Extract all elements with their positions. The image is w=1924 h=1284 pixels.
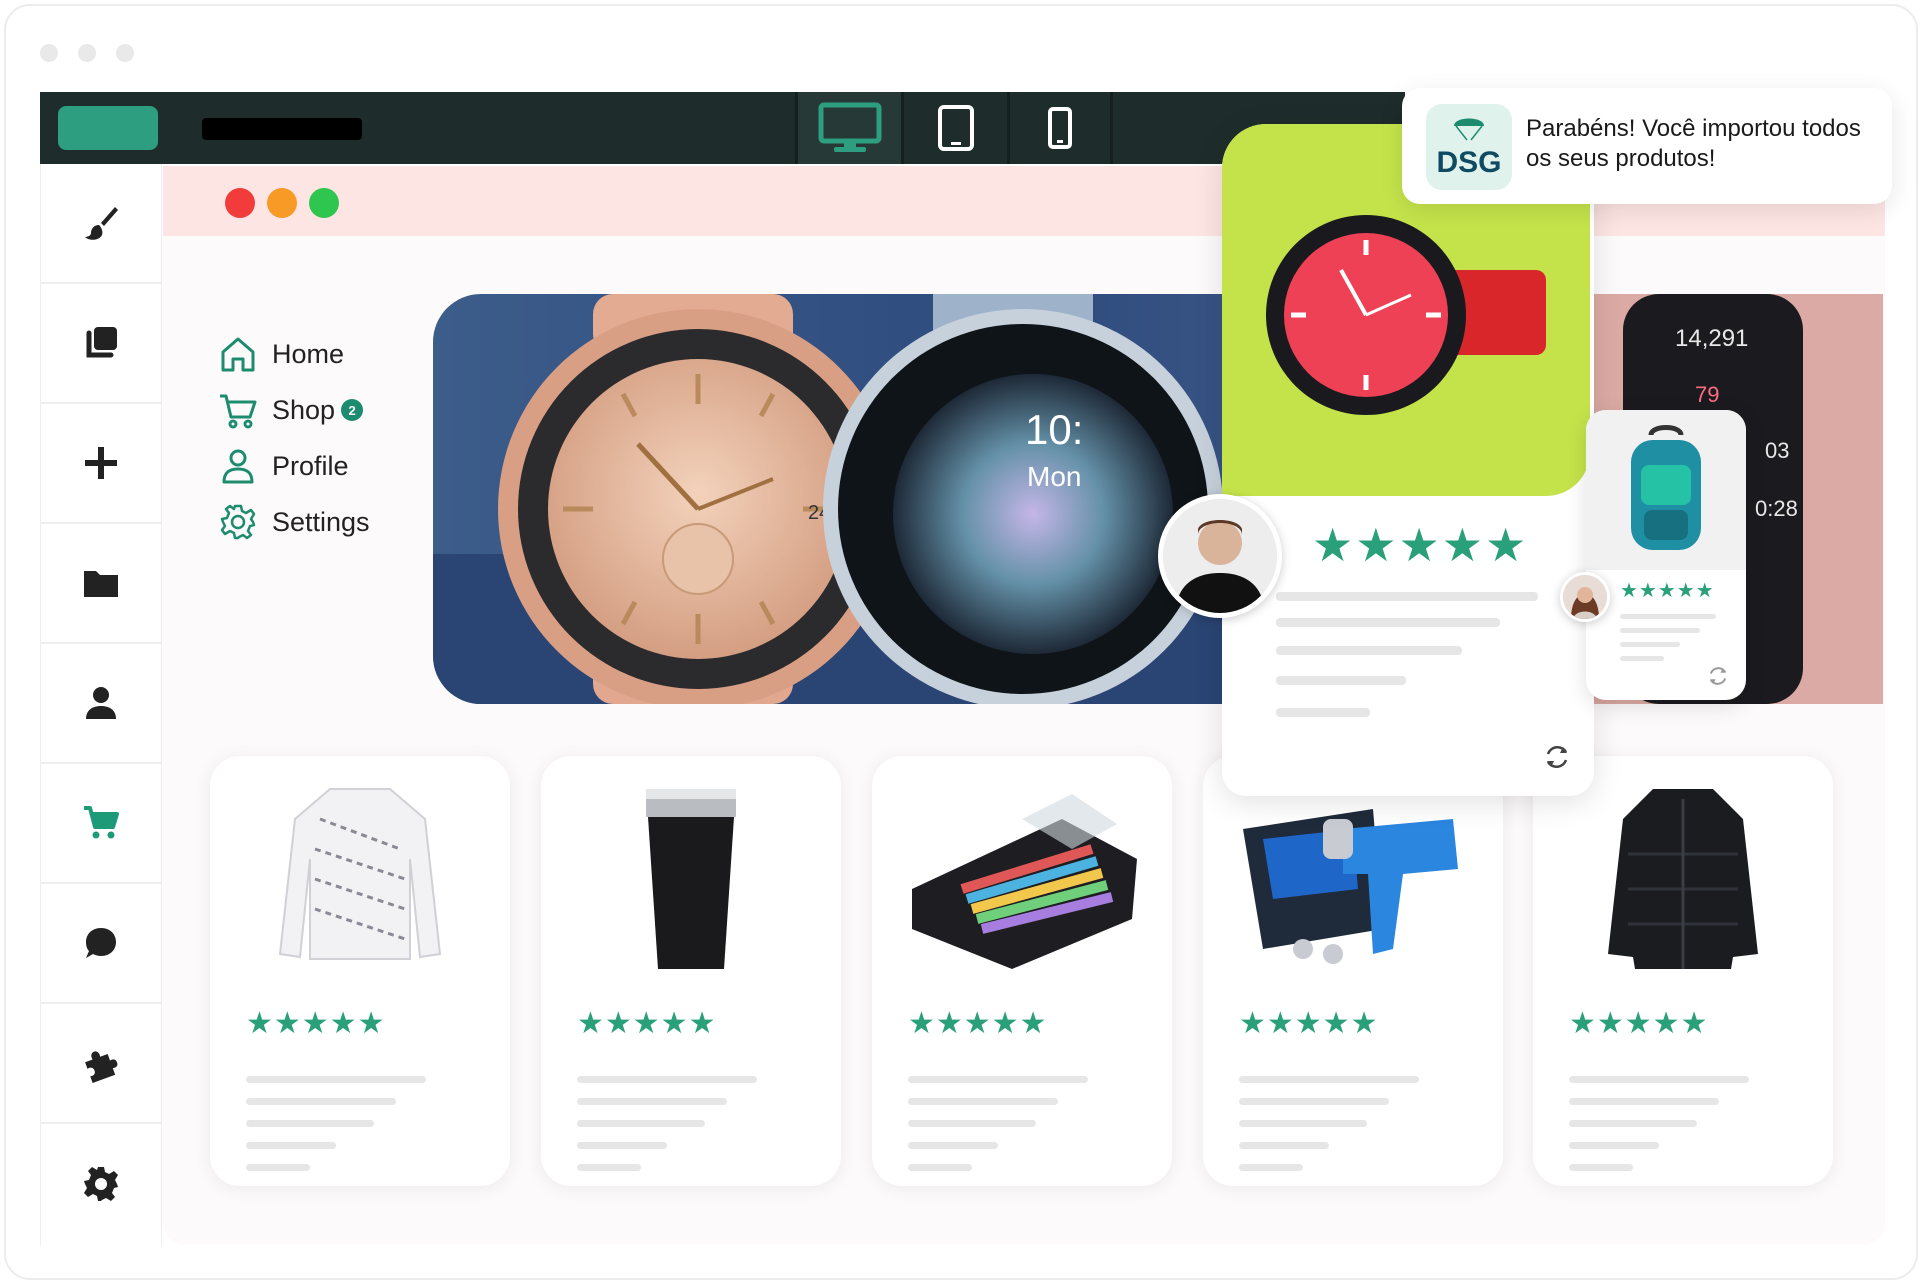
featured-product-rating: ★★★★★	[1312, 519, 1529, 571]
storefront-preview: Home Shop 2 Profile Settings 24 10: Mon …	[163, 166, 1885, 1244]
refresh-icon[interactable]	[1706, 664, 1730, 688]
brand-logo[interactable]	[58, 106, 158, 150]
chat-icon	[86, 928, 116, 958]
product-rating: ★★★★★	[908, 1007, 1048, 1040]
desktop-icon	[818, 102, 881, 152]
sidebar-item-pages[interactable]	[41, 284, 161, 404]
red-watch-icon	[1266, 215, 1546, 415]
product-image-wallet	[892, 774, 1152, 984]
product-image-shirt	[230, 774, 490, 984]
user-icon	[222, 449, 254, 484]
product-rating: ★★★★★	[246, 1007, 386, 1040]
dsg-logo: DSG	[1426, 104, 1512, 190]
mini-product-image	[1586, 410, 1746, 570]
reviewer-avatar	[1560, 572, 1610, 622]
cart-icon	[220, 394, 257, 429]
nav-item-home[interactable]: Home	[218, 326, 370, 382]
product-card[interactable]: ★★★★★	[1203, 756, 1503, 1186]
mini-product-card[interactable]: ★★★★★	[1586, 410, 1746, 700]
watch-stat: 0:28	[1755, 496, 1798, 521]
sidebar-item-files[interactable]	[41, 524, 161, 644]
backpack-icon	[1631, 425, 1701, 550]
desktop-view-button[interactable]	[795, 92, 901, 164]
product-image-heat-gun	[1223, 774, 1483, 984]
sidebar-item-settings[interactable]	[41, 1124, 161, 1244]
window-dot	[40, 44, 58, 62]
wallet-icon	[912, 794, 1137, 969]
watch-stat: 03	[1765, 438, 1789, 463]
brush-icon	[85, 207, 118, 240]
gear-icon	[220, 504, 256, 540]
person-icon	[86, 687, 116, 719]
window-close-dot	[225, 188, 255, 218]
product-image-tumbler	[561, 774, 821, 984]
refresh-icon[interactable]	[1542, 742, 1572, 772]
nav-item-settings[interactable]: Settings	[218, 494, 370, 550]
editor-sidebar	[40, 164, 162, 1246]
watch-time: 10:	[1025, 406, 1083, 453]
toast-message: Parabéns! Você importou todos os seus pr…	[1526, 115, 1861, 172]
nav-shop-label: Shop	[272, 394, 336, 425]
product-rating: ★★★★★	[1239, 1007, 1379, 1040]
watch-day: Mon	[1027, 461, 1081, 492]
sidebar-item-design[interactable]	[41, 164, 161, 284]
store-name-redacted	[202, 118, 362, 140]
product-rating: ★★★★★	[577, 1007, 717, 1040]
nav-home-label: Home	[272, 338, 345, 369]
product-card[interactable]: ★★★★★	[872, 756, 1172, 1186]
featured-product-card[interactable]: ★★★★★	[1222, 124, 1594, 796]
product-card[interactable]: ★★★★★	[210, 756, 510, 1186]
gear-icon	[84, 1167, 118, 1201]
folder-icon	[84, 571, 118, 597]
window-dot	[78, 44, 96, 62]
nav-item-shop[interactable]: Shop 2	[218, 382, 370, 438]
window-dot	[116, 44, 134, 62]
watch-heart-rate: 79	[1695, 382, 1719, 407]
sidebar-item-customers[interactable]	[41, 644, 161, 764]
parachute-logo-icon: DSG	[1436, 118, 1502, 179]
editor-toolbar	[40, 92, 1405, 164]
cart-icon	[84, 806, 119, 839]
woman-portrait	[1563, 575, 1607, 619]
shirt-icon	[278, 788, 442, 960]
store-nav: Home Shop 2 Profile Settings	[218, 326, 370, 550]
nav-item-profile[interactable]: Profile	[218, 438, 370, 494]
import-success-toast: DSG Parabéns! Você importou todos os seu…	[1402, 88, 1892, 204]
jacket-icon	[1608, 789, 1758, 969]
mobile-view-button[interactable]	[1007, 92, 1113, 164]
plus-icon	[85, 447, 117, 479]
man-portrait	[1163, 499, 1277, 613]
tumbler-icon	[646, 789, 736, 969]
product-card[interactable]: ★★★★★	[541, 756, 841, 1186]
shop-count-badge: 2	[341, 399, 364, 421]
tablet-view-button[interactable]	[901, 92, 1007, 164]
heat-gun-icon	[1243, 809, 1458, 964]
product-rating: ★★★★★	[1569, 1007, 1709, 1040]
sidebar-item-add[interactable]	[41, 404, 161, 524]
mini-product-rating: ★★★★★	[1620, 580, 1715, 602]
home-icon	[221, 337, 255, 372]
nav-profile-label: Profile	[272, 450, 349, 481]
sidebar-item-store[interactable]	[41, 764, 161, 884]
reviewer-avatar	[1158, 494, 1282, 618]
product-image-jacket	[1553, 774, 1813, 984]
nav-settings-label: Settings	[272, 506, 370, 537]
copy-icon	[86, 327, 117, 358]
sidebar-item-apps[interactable]	[41, 1004, 161, 1124]
puzzle-icon	[85, 1051, 118, 1083]
window-minimize-dot	[267, 188, 297, 218]
tablet-icon	[937, 105, 974, 151]
dsg-logo-text: DSG	[1436, 146, 1501, 179]
mobile-icon	[1048, 107, 1072, 149]
sidebar-item-chat[interactable]	[41, 884, 161, 1004]
watch-steps: 14,291	[1675, 325, 1748, 352]
window-maximize-dot	[309, 188, 339, 218]
product-card[interactable]: ★★★★★	[1533, 756, 1833, 1186]
